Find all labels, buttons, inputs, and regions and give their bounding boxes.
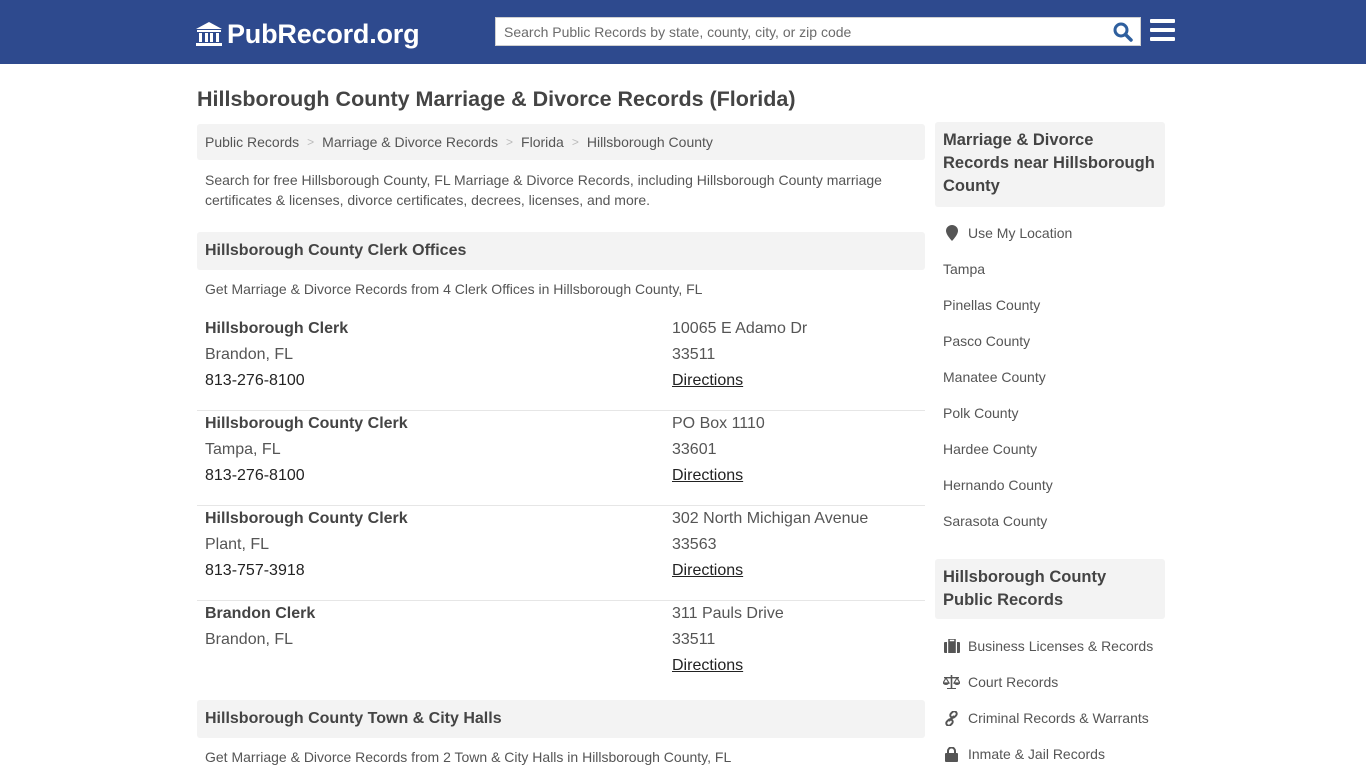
office-name: Hillsborough Clerk (205, 320, 349, 337)
search-icon[interactable] (1112, 21, 1134, 43)
nearby-item-hernando[interactable]: Hernando County (943, 467, 1165, 503)
office-name: Hillsborough County Clerk (205, 415, 408, 432)
office-phone[interactable]: 813-276-8100 (205, 368, 348, 394)
search-bar (495, 17, 1141, 46)
breadcrumb-public-records[interactable]: Public Records (205, 134, 299, 150)
breadcrumb-hillsborough[interactable]: Hillsborough County (587, 134, 713, 150)
office-name: Hillsborough County Clerk (205, 510, 408, 527)
sidebar-item-inmate-records[interactable]: Inmate & Jail Records (943, 736, 1165, 772)
nearby-item-pasco[interactable]: Pasco County (943, 323, 1165, 359)
intro-text: Search for free Hillsborough County, FL … (205, 172, 882, 208)
page-title: Hillsborough County Marriage & Divorce R… (197, 87, 796, 111)
lock-icon (943, 746, 960, 762)
briefcase-icon (943, 638, 960, 654)
office-city: Brandon, FL (205, 346, 294, 363)
clerk-offices-heading: Hillsborough County Clerk Offices (197, 232, 925, 270)
office-zip: 33511 (672, 346, 716, 363)
office-city: Tampa, FL (205, 441, 281, 458)
sidebar-item-business-licenses[interactable]: Business Licenses & Records (943, 628, 1165, 664)
sidebar-item-label: Criminal Records & Warrants (968, 710, 1149, 726)
public-records-heading: Hillsborough County Public Records (935, 559, 1165, 619)
nearby-item-polk[interactable]: Polk County (943, 395, 1165, 431)
office-listing: Hillsborough Clerk Brandon, FL 813-276-8… (197, 316, 925, 411)
sidebar-item-court-records[interactable]: Court Records (943, 664, 1165, 700)
breadcrumb-florida[interactable]: Florida (521, 134, 564, 150)
nearby-item-tampa[interactable]: Tampa (943, 251, 1165, 287)
site-logo[interactable]: PubRecord.org (195, 16, 420, 52)
city-halls-heading: Hillsborough County Town & City Halls (197, 700, 925, 738)
office-address: 10065 E Adamo Dr (672, 320, 808, 337)
directions-link[interactable]: Directions (672, 562, 743, 579)
nearby-item-sarasota[interactable]: Sarasota County (943, 503, 1165, 539)
use-my-location-button[interactable]: Use My Location (943, 215, 1165, 251)
breadcrumb-marriage-divorce[interactable]: Marriage & Divorce Records (322, 134, 498, 150)
office-name: Brandon Clerk (205, 605, 316, 622)
sidebar-item-criminal-records[interactable]: Criminal Records & Warrants (943, 700, 1165, 736)
top-navbar: PubRecord.org (0, 0, 1366, 64)
sidebar-item-label: Business Licenses & Records (968, 638, 1154, 654)
scale-icon (943, 674, 960, 690)
breadcrumb-separator: > (506, 135, 514, 149)
office-city: Plant, FL (205, 536, 270, 553)
hamburger-menu-icon[interactable] (1150, 19, 1175, 42)
nearby-item-manatee[interactable]: Manatee County (943, 359, 1165, 395)
office-phone[interactable]: 813-757-3918 (205, 558, 408, 584)
nearby-item-pinellas[interactable]: Pinellas County (943, 287, 1165, 323)
office-address: 302 North Michigan Avenue (672, 510, 869, 527)
link-icon (943, 710, 960, 726)
directions-link[interactable]: Directions (672, 372, 743, 389)
office-phone[interactable]: 813-276-8100 (205, 463, 408, 489)
public-records-list: Business Licenses & Records Court Record… (943, 628, 1165, 772)
office-address: 311 Pauls Drive (672, 605, 784, 622)
map-marker-icon (943, 225, 960, 241)
sidebar-item-label: Court Records (968, 674, 1059, 690)
office-listing: Hillsborough County Clerk Tampa, FL 813-… (197, 411, 925, 506)
search-input[interactable] (496, 18, 1106, 45)
directions-link[interactable]: Directions (672, 467, 743, 484)
office-zip: 33563 (672, 536, 717, 553)
office-listing: Brandon Clerk Brandon, FL 311 Pauls Driv… (197, 601, 925, 696)
office-listing: Hillsborough County Clerk Plant, FL 813-… (197, 506, 925, 601)
office-city: Brandon, FL (205, 631, 294, 648)
nearby-list: Use My Location Tampa Pinellas County Pa… (943, 215, 1165, 539)
logo-text: PubRecord.org (227, 18, 420, 49)
courthouse-icon (196, 22, 222, 46)
use-my-location-label: Use My Location (968, 225, 1073, 241)
nearby-records-heading: Marriage & Divorce Records near Hillsbor… (935, 122, 1165, 207)
office-zip: 33601 (672, 441, 717, 458)
directions-link[interactable]: Directions (672, 657, 743, 674)
city-halls-subtitle: Get Marriage & Divorce Records from 2 To… (205, 749, 732, 765)
office-zip: 33511 (672, 631, 716, 648)
breadcrumb-separator: > (307, 135, 315, 149)
breadcrumb: Public Records > Marriage & Divorce Reco… (197, 124, 925, 160)
nearby-item-hardee[interactable]: Hardee County (943, 431, 1165, 467)
clerk-offices-subtitle: Get Marriage & Divorce Records from 4 Cl… (205, 281, 703, 297)
sidebar-item-label: Inmate & Jail Records (968, 746, 1105, 762)
breadcrumb-separator: > (571, 135, 579, 149)
office-address: PO Box 1110 (672, 415, 765, 432)
